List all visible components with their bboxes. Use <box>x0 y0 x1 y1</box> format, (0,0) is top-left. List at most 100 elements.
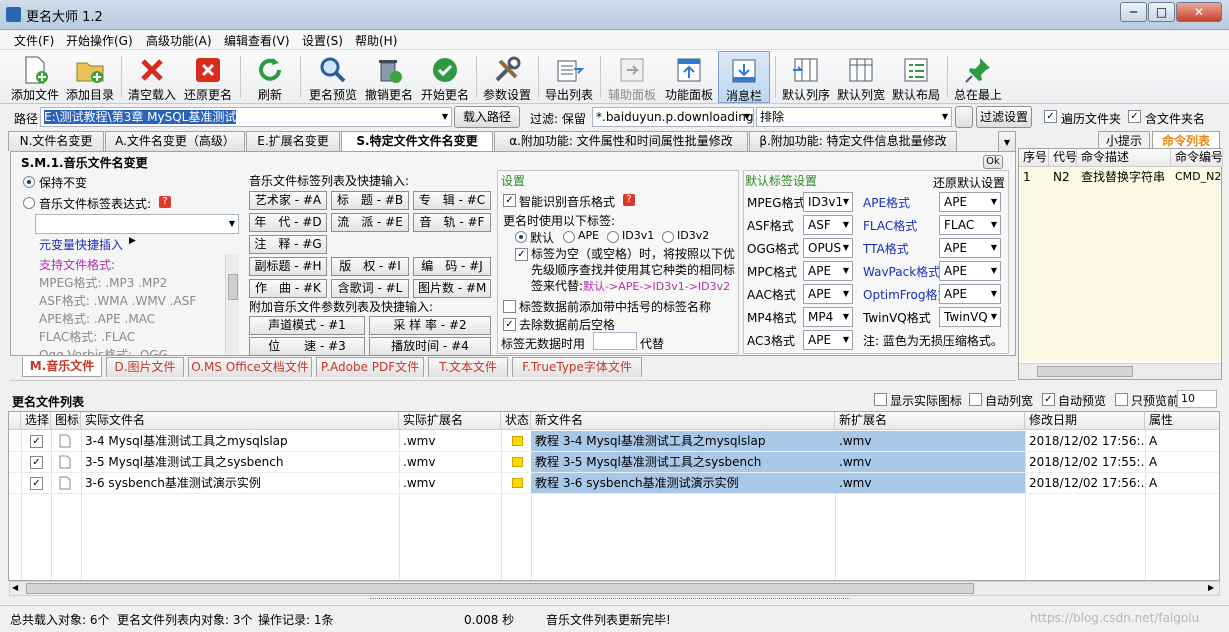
default-format-select[interactable]: ID3v1 <box>803 192 853 212</box>
clear-button[interactable]: 清空载入 <box>126 51 178 103</box>
default-column-width-button[interactable]: 默认列宽 <box>834 51 888 103</box>
tab-office[interactable]: O.MS Office文档文件 <box>188 357 312 377</box>
default-format-select[interactable]: APE <box>803 284 853 304</box>
restore-default-link[interactable]: 还原默认设置 <box>933 174 1005 191</box>
tab-info-modify[interactable]: β.附加功能: 特定文件信息批量修改 <box>749 131 957 151</box>
cmd-cell[interactable]: 1 <box>1019 167 1049 187</box>
file-name-cell[interactable]: 3-5 Mysql基准测试工具之sysbench <box>81 452 399 472</box>
col-header-new-name[interactable]: 新文件名 <box>531 412 835 430</box>
formats-scrollbar[interactable] <box>225 254 239 354</box>
export-list-button[interactable]: 导出列表 <box>542 51 596 103</box>
date-cell[interactable]: 2018/12/02 17:56:... <box>1025 473 1145 493</box>
scroll-thumb[interactable] <box>1037 366 1133 377</box>
attr-cell[interactable]: A <box>1145 452 1219 472</box>
strip-space-checkbox[interactable]: ✓ <box>503 318 516 331</box>
menu-start[interactable]: 开始操作(G) <box>66 32 133 49</box>
expr-input[interactable]: ▼ <box>35 214 239 234</box>
close-button[interactable]: ✕ <box>1176 2 1222 22</box>
scroll-left-arrow[interactable]: ◀ <box>12 583 18 592</box>
default-format-select[interactable]: APE <box>939 284 1001 304</box>
attr-cell[interactable]: A <box>1145 431 1219 451</box>
extra-duration-button[interactable]: 播放时间 - #4 <box>369 337 491 356</box>
col-header[interactable]: 代号 <box>1049 149 1077 167</box>
tag-id3v1-radio[interactable] <box>607 231 619 243</box>
maximize-button[interactable]: □ <box>1148 2 1175 22</box>
col-header-attr[interactable]: 属性 <box>1145 412 1219 430</box>
col-header-new-ext[interactable]: 新扩展名 <box>835 412 1025 430</box>
default-format-select[interactable]: APE <box>939 192 1001 212</box>
always-on-top-button[interactable]: 总在最上 <box>951 51 1005 103</box>
preview-count-input[interactable]: 10 <box>1177 390 1217 408</box>
tab-image[interactable]: D.图片文件 <box>106 357 184 377</box>
filter-keep-input[interactable]: *.baiduyun.p.downloading ▼ <box>592 107 754 127</box>
new-ext-cell[interactable]: .wmv <box>835 431 1025 451</box>
preview-button[interactable]: 更名预览 <box>306 51 360 103</box>
new-name-cell[interactable]: 教程 3-6 sysbench基准测试演示实例 <box>531 473 835 493</box>
preview-first-checkbox[interactable] <box>1115 393 1128 406</box>
show-icons-checkbox[interactable] <box>874 393 887 406</box>
col-header[interactable]: 命令描述 <box>1077 149 1171 167</box>
default-format-select[interactable]: APE <box>939 238 1001 258</box>
minimize-button[interactable]: ─ <box>1120 2 1147 22</box>
tag-artist-button[interactable]: 艺术家 - #A <box>249 191 327 210</box>
attr-cell[interactable]: A <box>1145 473 1219 493</box>
cmd-cell[interactable]: CMD_N22 <box>1171 167 1221 187</box>
undo-rename-button[interactable]: 撤销更名 <box>362 51 416 103</box>
tag-encoder-button[interactable]: 编 码 - #J <box>413 257 491 276</box>
tab-dropdown[interactable]: ▼ <box>998 131 1016 151</box>
date-cell[interactable]: 2018/12/02 17:56:... <box>1025 431 1145 451</box>
default-column-order-button[interactable]: 默认列序 <box>779 51 833 103</box>
cmd-cell[interactable]: 查找替换字符串 <box>1077 167 1171 187</box>
traverse-checkbox[interactable]: ✓ <box>1044 110 1057 123</box>
auto-width-checkbox[interactable] <box>969 393 982 406</box>
tab-text[interactable]: T.文本文件 <box>428 357 508 377</box>
extra-channel-button[interactable]: 声道模式 - #1 <box>249 316 365 335</box>
col-header-status[interactable]: 状态 <box>501 412 531 430</box>
grid-scrollbar[interactable]: ◀ ▶ <box>9 581 1220 596</box>
default-format-select[interactable]: MP4 <box>803 307 853 327</box>
aux-panel-button[interactable]: 辅助面板 <box>604 51 660 103</box>
default-format-select[interactable]: FLAC <box>939 215 1001 235</box>
filter-settings-button[interactable]: 过滤设置 <box>976 106 1032 128</box>
col-header-icon[interactable]: 图标 <box>51 412 81 430</box>
include-dir-checkbox[interactable]: ✓ <box>1128 110 1141 123</box>
path-input[interactable]: E:\测试教程\第3章 MySQL基准测试 ▼ <box>40 107 452 127</box>
filter-exclude-input[interactable]: 排除 ▼ <box>756 107 952 127</box>
params-button[interactable]: 参数设置 <box>480 51 534 103</box>
col-header[interactable]: 命令编号 <box>1171 149 1223 167</box>
prefix-checkbox[interactable] <box>503 300 516 313</box>
menu-file[interactable]: 文件(F) <box>14 32 54 49</box>
tag-subtitle-button[interactable]: 副标题 - #H <box>249 257 327 276</box>
tag-comment-button[interactable]: 注 释 - #G <box>249 235 327 254</box>
col-header-name[interactable]: 实际文件名 <box>81 412 399 430</box>
extra-samplerate-button[interactable]: 采 样 率 - #2 <box>369 316 491 335</box>
col-header-ext[interactable]: 实际扩展名 <box>399 412 501 430</box>
table-row[interactable]: ✓ 3-5 Mysql基准测试工具之sysbench .wmv 教程 3-5 Mysq… <box>9 452 1219 473</box>
tab-music[interactable]: M.音乐文件 <box>22 357 102 377</box>
tab-font[interactable]: F.TrueType字体文件 <box>512 357 642 377</box>
new-ext-cell[interactable]: .wmv <box>835 473 1025 493</box>
scroll-right-arrow[interactable]: ▶ <box>1208 583 1214 592</box>
tag-copyright-button[interactable]: 版 权 - #I <box>331 257 409 276</box>
tab-filename-change[interactable]: N.文件名变更 <box>8 131 104 151</box>
tab-specific-file[interactable]: S.特定文件文件名变更 <box>341 131 493 152</box>
cmd-cell[interactable]: N2 <box>1049 167 1077 187</box>
no-data-input[interactable] <box>593 332 637 350</box>
file-ext-cell[interactable]: .wmv <box>399 473 501 493</box>
expr-radio[interactable] <box>23 197 35 209</box>
tab-pdf[interactable]: P.Adobe PDF文件 <box>316 357 424 377</box>
quick-insert-link[interactable]: 元变量快捷插入 <box>39 236 123 253</box>
tag-album-button[interactable]: 专 辑 - #C <box>413 191 491 210</box>
menu-settings[interactable]: 设置(S) <box>302 32 343 49</box>
filter-toggle[interactable] <box>955 106 973 128</box>
scroll-thumb[interactable] <box>228 274 238 300</box>
tab-attr-modify[interactable]: α.附加功能: 文件属性和时间属性批量修改 <box>494 131 748 151</box>
row-select-checkbox[interactable]: ✓ <box>30 435 43 448</box>
default-format-select[interactable]: OPUS <box>803 238 853 258</box>
extra-bitrate-button[interactable]: 位 速 - #3 <box>249 337 365 356</box>
command-scrollbar[interactable] <box>1019 363 1221 379</box>
load-path-button[interactable]: 载入路径 <box>454 106 520 128</box>
splitter-upper[interactable] <box>10 380 1016 385</box>
tag-default-radio[interactable] <box>515 231 527 243</box>
date-cell[interactable]: 2018/12/02 17:55:... <box>1025 452 1145 472</box>
